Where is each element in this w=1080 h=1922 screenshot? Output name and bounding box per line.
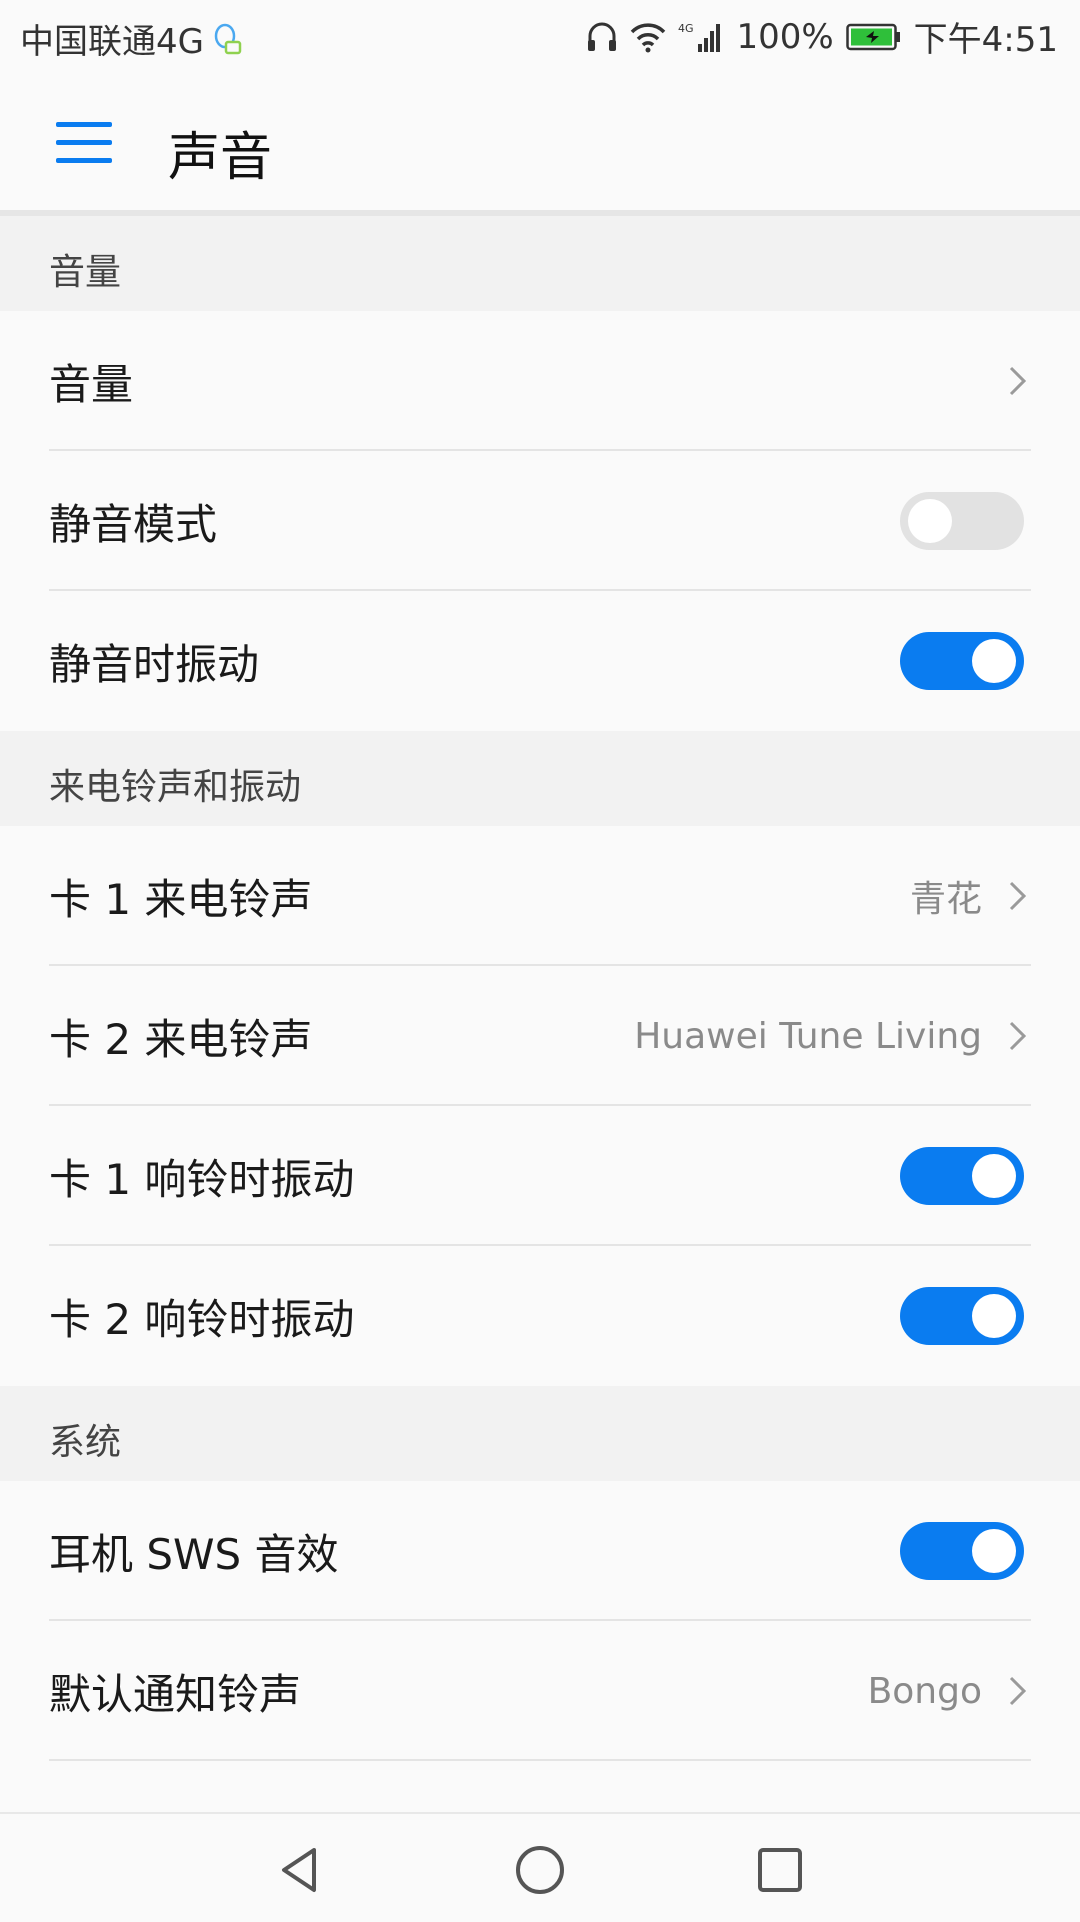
partial-row[interactable] [0,1761,1080,1812]
row-value: Bongo [867,1670,982,1712]
home-icon[interactable] [512,1842,568,1898]
navigation-bar [0,1812,1080,1922]
row-label: 默认通知铃声 [49,1669,302,1719]
row-label: 卡 2 来电铃声 [49,1014,313,1064]
clock: 下午4:51 [913,20,1058,60]
row-label: 静音模式 [49,499,218,549]
carrier-label: 中国联通4G [20,22,204,62]
sim2-vibrate-row[interactable]: 卡 2 响铃时振动 [0,1246,1080,1386]
volume-row[interactable]: 音量 [0,311,1080,451]
sim2-ringtone-row[interactable]: 卡 2 来电铃声 Huawei Tune Living [0,966,1080,1106]
back-icon[interactable] [272,1842,328,1898]
row-label: 耳机 SWS 音效 [49,1529,339,1579]
app-bar: 声音 [0,75,1080,216]
svg-text:4G: 4G [678,22,694,35]
signal-4g-icon: 4G [678,20,724,54]
vibrate-when-silent-row[interactable]: 静音时振动 [0,591,1080,731]
row-value: 青花 [909,879,982,920]
battery-charging-icon [845,22,902,52]
qq-notification-icon [212,22,242,56]
row-label: 卡 1 来电铃声 [49,874,313,924]
recents-icon[interactable] [752,1842,808,1898]
chevron-right-icon [1000,1019,1034,1053]
page-title: 声音 [168,128,273,188]
silent-mode-row[interactable]: 静音模式 [0,451,1080,591]
row-value: Huawei Tune Living [634,1015,982,1057]
sim2-vibrate-toggle[interactable] [900,1287,1024,1345]
wifi-icon [630,21,666,53]
default-notification-row[interactable]: 默认通知铃声 Bongo [0,1621,1080,1761]
sim1-ringtone-row[interactable]: 卡 1 来电铃声 青花 [0,826,1080,966]
sim1-vibrate-row[interactable]: 卡 1 响铃时振动 [0,1106,1080,1246]
headphones-icon [586,20,618,54]
status-bar: 中国联通4G 4G 100% 下午4:51 [0,0,1080,75]
section-header-ringtone: 来电铃声和振动 [0,731,1080,826]
section-header-system: 系统 [0,1386,1080,1481]
sim1-vibrate-toggle[interactable] [900,1147,1024,1205]
row-label: 卡 1 响铃时振动 [49,1154,355,1204]
sws-effect-row[interactable]: 耳机 SWS 音效 [0,1481,1080,1621]
vibrate-when-silent-toggle[interactable] [900,632,1024,690]
row-label: 音量 [49,359,134,409]
row-label: 静音时振动 [49,639,260,689]
silent-mode-toggle[interactable] [900,492,1024,550]
sws-effect-toggle[interactable] [900,1522,1024,1580]
chevron-right-icon [1000,364,1034,398]
chevron-right-icon [1000,879,1034,913]
section-header-volume: 音量 [0,216,1080,311]
menu-icon[interactable] [56,122,112,164]
chevron-right-icon [1000,1674,1034,1708]
settings-list[interactable]: 音量 音量 静音模式 静音时振动 来电铃声和振动 卡 1 来电铃声 青花 卡 2… [0,216,1080,1812]
divider [49,1759,1031,1761]
battery-percent: 100% [736,16,834,57]
row-label: 卡 2 响铃时振动 [49,1294,355,1344]
